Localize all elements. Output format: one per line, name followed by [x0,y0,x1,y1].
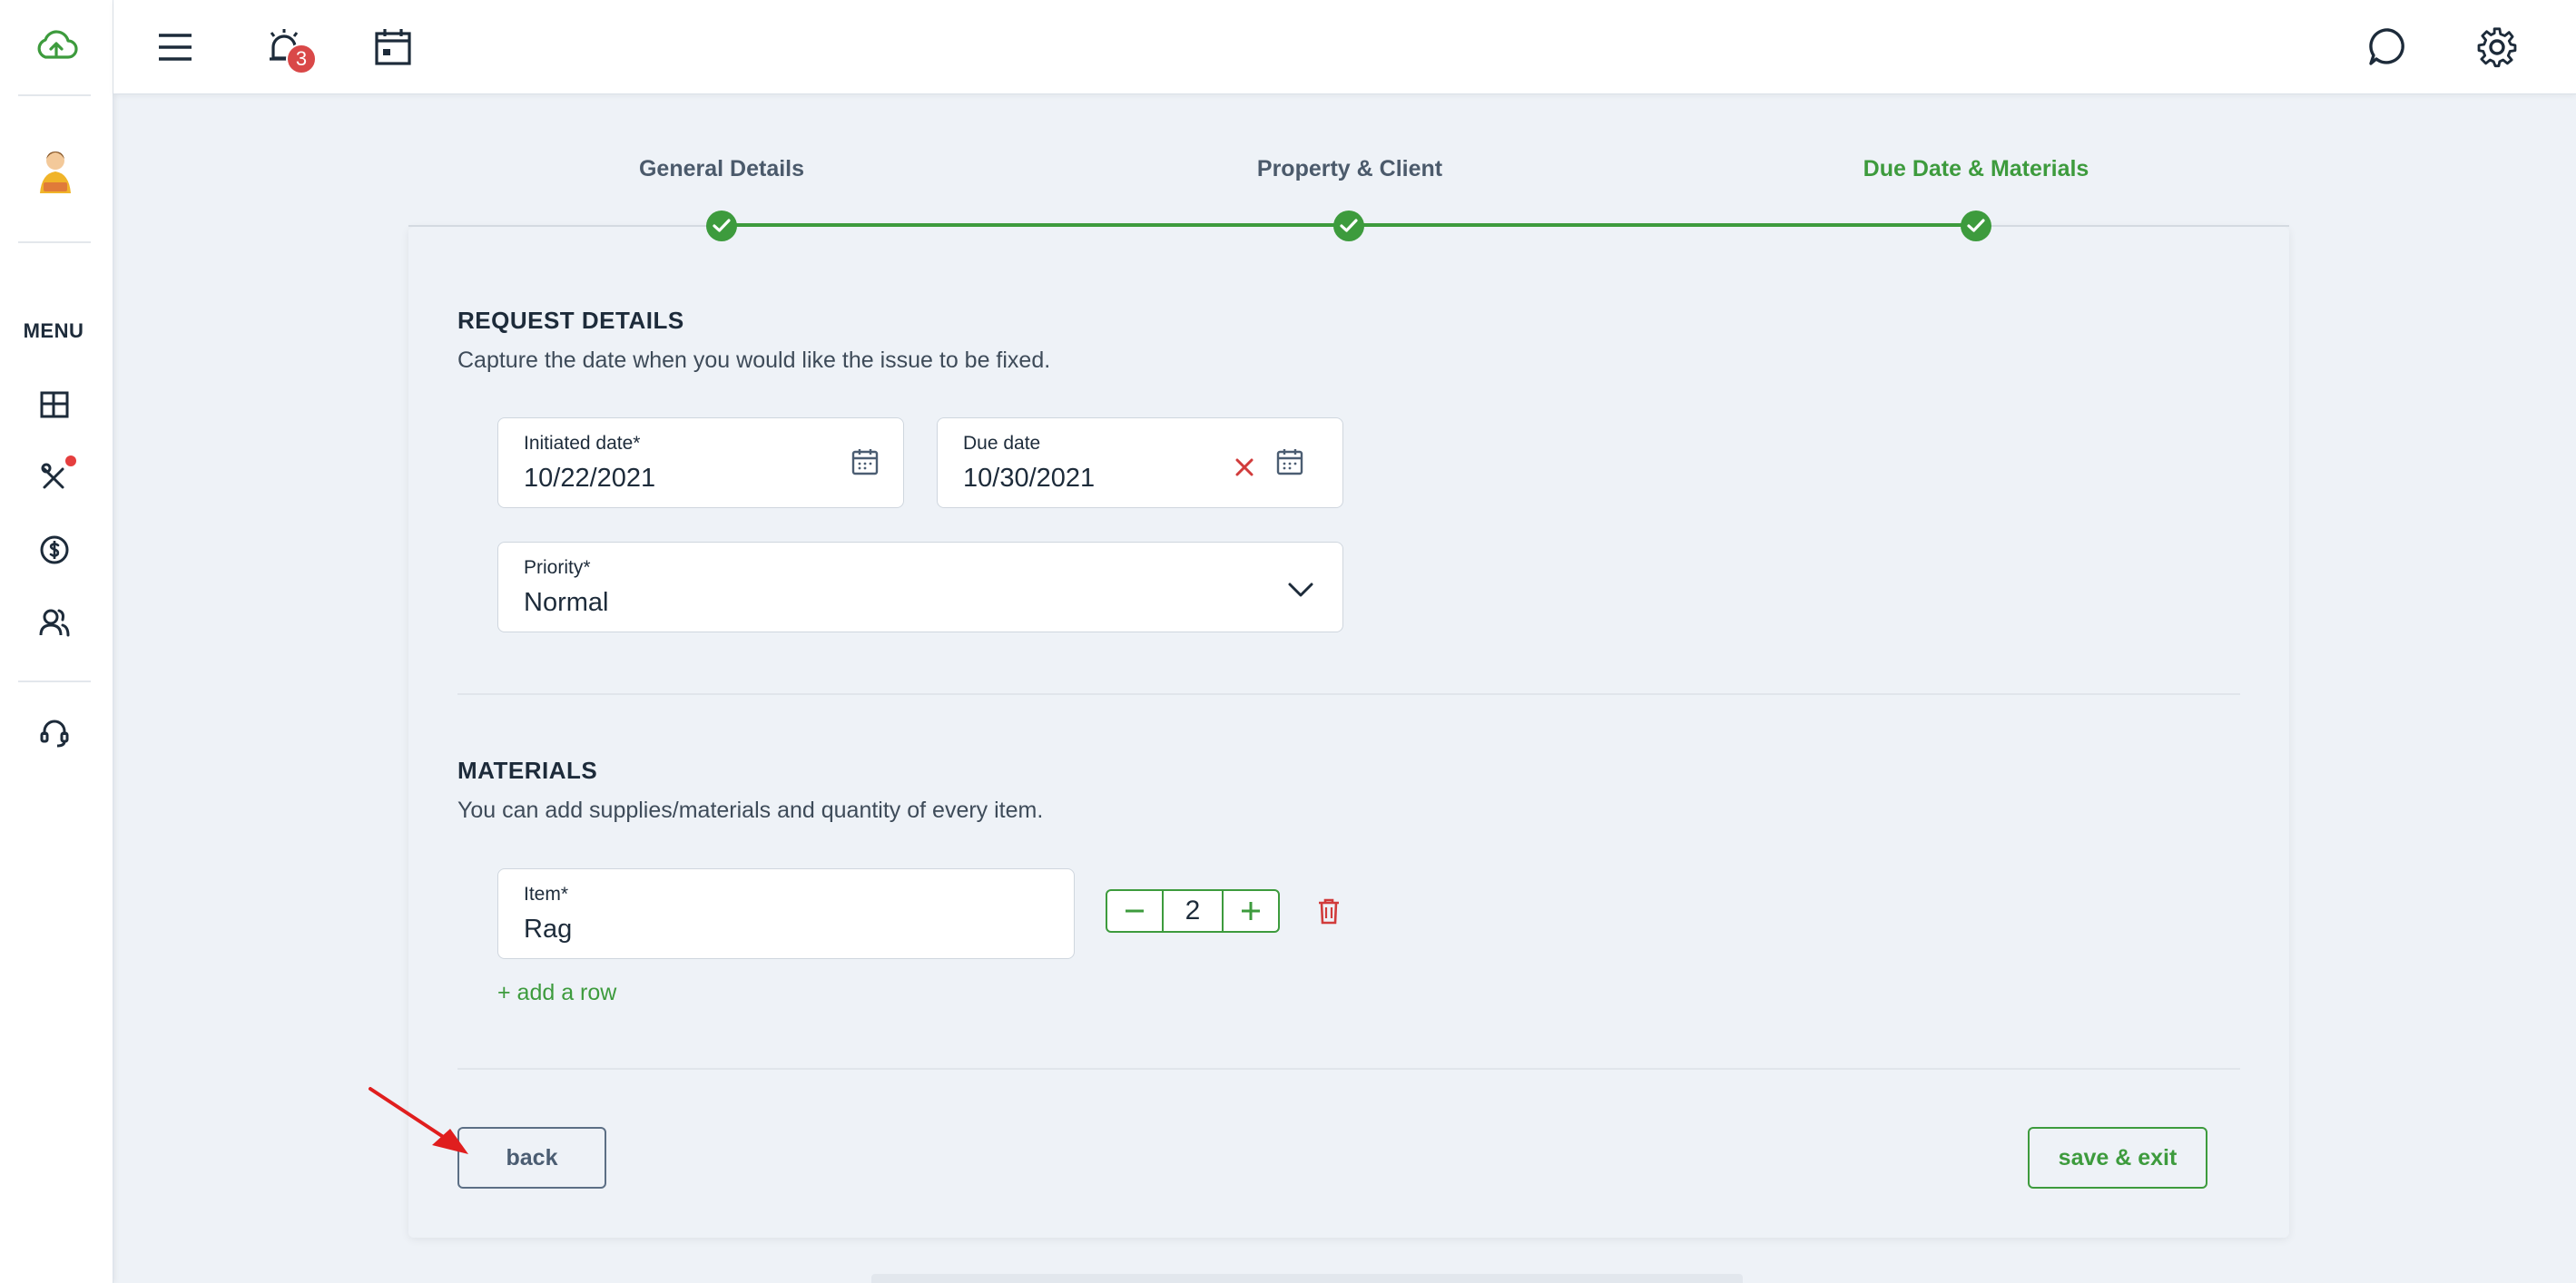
step-due-date-materials[interactable]: Due Date & Materials [1749,156,2203,182]
sidebar-divider [18,681,91,682]
step-check-icon [1961,211,1991,241]
tools-icon[interactable] [31,454,78,501]
cloud-upload-icon[interactable] [33,22,80,69]
calendar-icon[interactable] [849,446,881,478]
annotation-arrow [369,1087,468,1154]
priority-label: Priority* [524,557,591,578]
calendar-icon[interactable] [366,20,420,74]
quantity-stepper: 2 [1106,889,1280,933]
material-item-field[interactable]: Item* Rag [497,868,1075,959]
avatar[interactable] [31,145,80,200]
hamburger-menu-icon[interactable] [148,20,202,74]
material-item-label: Item* [524,884,569,905]
headset-icon[interactable] [31,710,78,757]
step-property-client[interactable]: Property & Client [1123,156,1577,182]
sidebar: MENU [0,0,113,1283]
step-check-icon [706,211,737,241]
add-row-link[interactable]: + add a row [497,980,616,1006]
step-general-details[interactable]: General Details [495,156,949,182]
materials-title: MATERIALS [457,757,598,784]
initiated-date-label: Initiated date* [524,433,641,454]
section-divider [457,693,2240,695]
scroll-indicator [871,1274,1743,1283]
chevron-down-icon [1284,573,1317,606]
increase-quantity-button[interactable] [1222,889,1280,933]
clear-icon[interactable] [1228,451,1261,484]
material-item-value: Rag [524,915,573,944]
trash-icon[interactable] [1314,896,1343,926]
priority-value: Normal [524,588,609,617]
notification-dot [65,455,76,466]
menu-label: MENU [23,319,84,342]
save-exit-button[interactable]: save & exit [2028,1127,2207,1189]
quantity-value[interactable]: 2 [1164,889,1222,933]
top-bar: 3 [113,0,2576,94]
priority-select[interactable]: Priority* Normal [497,542,1343,632]
chat-icon[interactable] [2361,20,2415,74]
dollar-icon[interactable] [31,526,78,573]
initiated-date-value: 10/22/2021 [524,464,656,493]
request-details-description: Capture the date when you would like the… [457,348,1051,373]
due-date-label: Due date [963,433,1041,454]
section-divider [457,1068,2240,1070]
due-date-field[interactable]: Due date 10/30/2021 [937,417,1343,508]
calendar-icon[interactable] [1273,446,1306,478]
notification-badge: 3 [286,44,317,74]
gear-icon[interactable] [2470,20,2524,74]
form-card [408,227,2289,1238]
step-check-icon [1333,211,1364,241]
decrease-quantity-button[interactable] [1106,889,1164,933]
sidebar-divider [18,94,91,96]
sidebar-divider [18,241,91,243]
initiated-date-field[interactable]: Initiated date* 10/22/2021 [497,417,904,508]
dashboard-icon[interactable] [31,381,78,428]
materials-description: You can add supplies/materials and quant… [457,798,1044,823]
users-icon[interactable] [31,599,78,646]
request-details-title: REQUEST DETAILS [457,307,684,334]
due-date-value: 10/30/2021 [963,464,1096,493]
alarm-bell-icon[interactable]: 3 [257,20,317,74]
